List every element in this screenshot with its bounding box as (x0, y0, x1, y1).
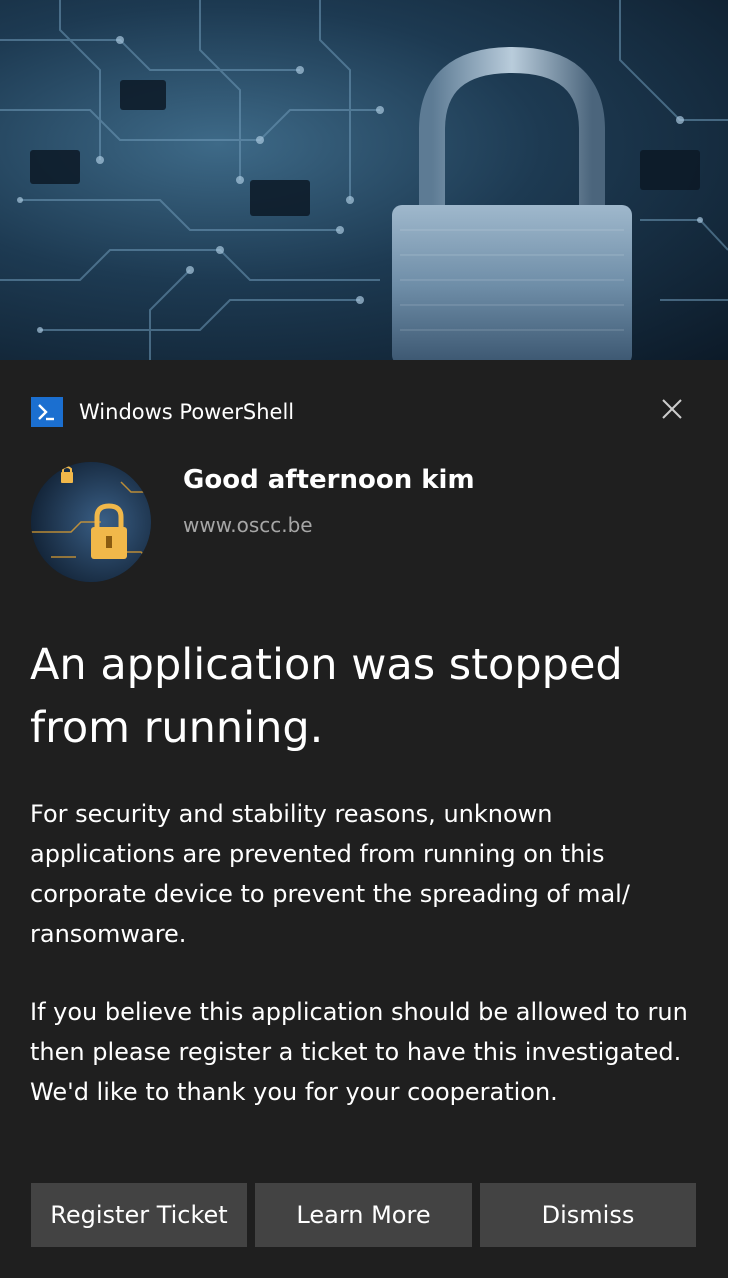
notification-headline: An application was stopped from running. (30, 640, 623, 753)
padlock-circuit-illustration (0, 0, 728, 360)
attribution-text: www.oscc.be (183, 513, 313, 537)
body-paragraph-2: If you believe this application should b… (30, 998, 688, 1106)
powershell-icon (31, 397, 63, 427)
body-paragraph-1: For security and stability reasons, unkn… (30, 800, 630, 948)
dismiss-button[interactable]: Dismiss (480, 1183, 696, 1247)
toast-notification: Windows PowerShell Good afternoon kim ww… (0, 0, 728, 1278)
toast-header: Windows PowerShell (31, 396, 701, 428)
learn-more-button[interactable]: Learn More (255, 1183, 472, 1247)
register-ticket-button[interactable]: Register Ticket (31, 1183, 247, 1247)
hero-image-padlock-circuit (0, 0, 728, 360)
app-logo-avatar (31, 462, 151, 582)
notification-title: Good afternoon kim (183, 465, 475, 495)
padlock-logo-icon (31, 462, 151, 582)
close-icon[interactable] (659, 396, 685, 422)
app-name: Windows PowerShell (79, 400, 295, 424)
action-buttons: Register Ticket Learn More Dismiss (31, 1183, 696, 1247)
